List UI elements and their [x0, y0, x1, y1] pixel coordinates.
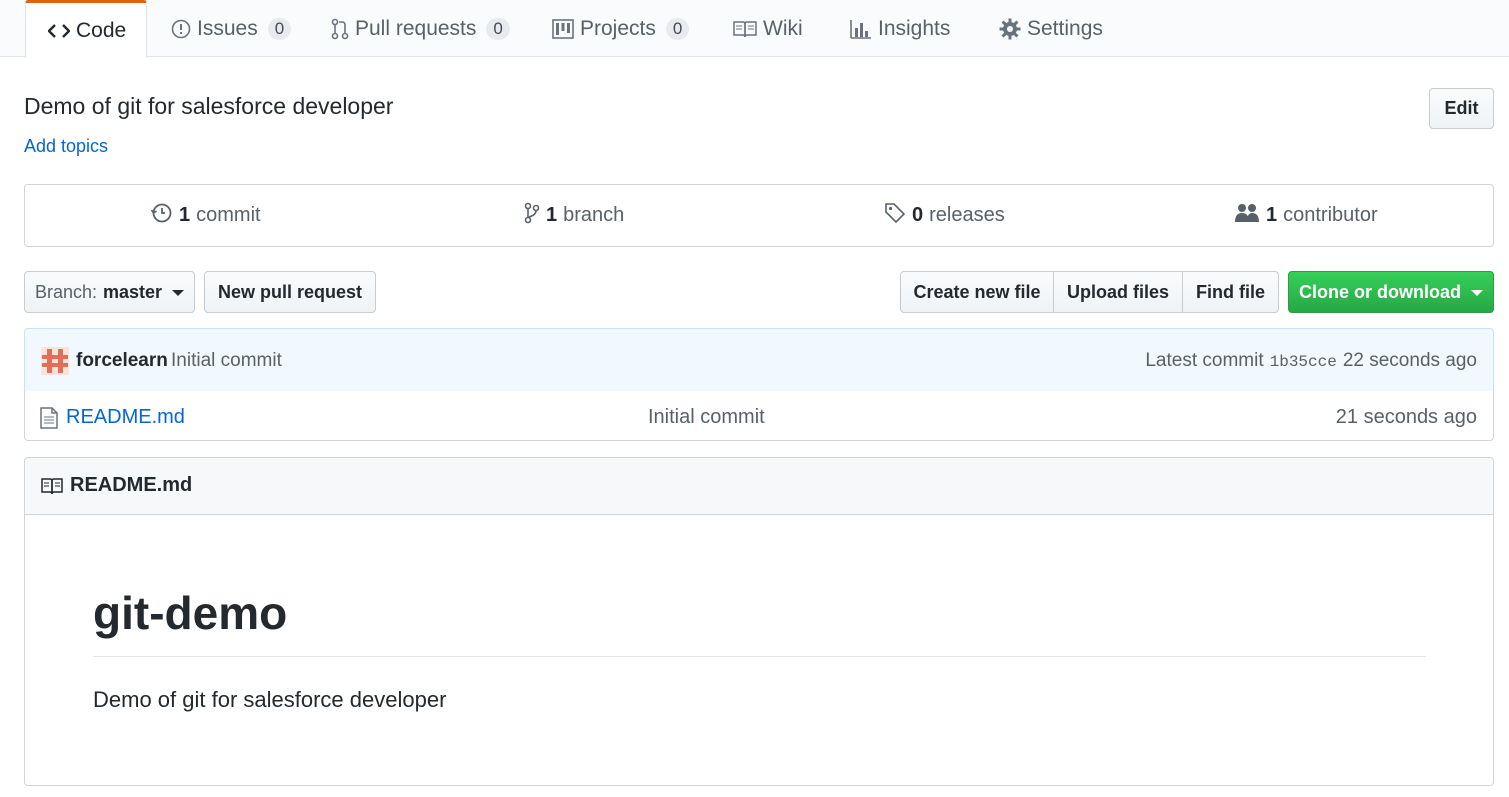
tab-settings-label: Settings — [1027, 16, 1103, 40]
tab-issues-label: Issues — [197, 16, 258, 40]
branches-link[interactable]: 1 branch — [524, 185, 624, 246]
branch-name: master — [103, 281, 163, 302]
graph-icon — [850, 19, 872, 39]
contributors-label: contributor — [1283, 204, 1378, 226]
commit-message-link[interactable]: Initial commit — [171, 350, 282, 372]
repo-nav-tabs: Code Issues 0 Pull requests 0 Projects 0… — [0, 0, 1509, 58]
branches-count: 1 — [546, 204, 558, 226]
readme-heading: git-demo — [93, 587, 288, 639]
file-age: 21 seconds ago — [1335, 406, 1477, 428]
table-row: README.md Initial commit 21 seconds ago — [24, 391, 1494, 441]
tab-pull-requests[interactable]: Pull requests 0 — [331, 0, 510, 57]
book-icon — [733, 20, 757, 38]
readme-paragraph: Demo of git for salesforce developer — [93, 687, 447, 712]
tab-pull-requests-label: Pull requests — [355, 16, 477, 40]
upload-files-button[interactable]: Upload files — [1054, 271, 1183, 313]
tab-settings[interactable]: Settings — [999, 0, 1103, 57]
contributors-link[interactable]: 1 contributor — [1234, 185, 1378, 246]
file-icon — [40, 407, 58, 434]
file-commit-message-link[interactable]: Initial commit — [648, 406, 765, 429]
add-topics-link[interactable]: Add topics — [24, 136, 108, 157]
latest-commit-bar: forcelearn Initial commit Latest commit … — [24, 328, 1494, 392]
readme-header: README.md — [25, 458, 1493, 515]
caret-down-icon — [172, 290, 185, 296]
issues-counter: 0 — [267, 17, 292, 40]
tab-code-label: Code — [76, 18, 127, 42]
commits-count: 1 — [179, 204, 191, 226]
readme-title: README.md — [70, 474, 193, 496]
releases-count: 0 — [912, 204, 924, 226]
find-file-button[interactable]: Find file — [1183, 271, 1279, 313]
avatar[interactable] — [41, 347, 69, 375]
tab-issues[interactable]: Issues 0 — [171, 0, 292, 57]
tab-code[interactable]: Code — [25, 0, 147, 58]
create-new-file-button[interactable]: Create new file — [900, 271, 1054, 313]
git-branch-icon — [524, 202, 540, 230]
people-icon — [1234, 203, 1260, 229]
tab-insights-label: Insights — [878, 16, 951, 40]
tab-projects-label: Projects — [580, 16, 656, 40]
repo-description: Demo of git for salesforce developer — [24, 93, 394, 119]
releases-label: releases — [929, 204, 1005, 226]
project-icon — [552, 18, 574, 39]
releases-link[interactable]: 0 releases — [884, 185, 1005, 246]
branch-prefix: Branch: — [34, 281, 97, 302]
commit-author-link[interactable]: forcelearn — [76, 350, 168, 372]
tab-insights[interactable]: Insights — [850, 0, 950, 57]
branches-label: branch — [563, 204, 625, 226]
file-name-link[interactable]: README.md — [66, 406, 185, 429]
commit-sha-link[interactable]: 1b35cce — [1270, 353, 1337, 371]
latest-commit-info: Latest commit 1b35cce 22 seconds ago — [1145, 350, 1477, 372]
latest-commit-prefix: Latest commit — [1145, 350, 1264, 371]
issue-opened-icon — [171, 19, 191, 39]
commits-link[interactable]: 1 commit — [150, 185, 261, 246]
commit-age: 22 seconds ago — [1342, 350, 1477, 371]
git-pull-request-icon — [331, 18, 349, 40]
divider — [93, 656, 1426, 657]
pull-requests-counter: 0 — [486, 17, 510, 40]
clone-or-download-button[interactable]: Clone or download — [1288, 271, 1494, 313]
branch-select-button[interactable]: Branch: master — [24, 271, 195, 313]
code-icon — [48, 23, 70, 39]
tab-wiki[interactable]: Wiki — [733, 0, 803, 57]
readme-panel: README.md git-demo Demo of git for sales… — [24, 457, 1494, 786]
contributors-count: 1 — [1266, 204, 1278, 226]
tab-wiki-label: Wiki — [763, 16, 803, 40]
gear-icon — [999, 18, 1021, 40]
projects-counter: 0 — [665, 17, 690, 40]
edit-description-button[interactable]: Edit — [1429, 88, 1494, 129]
new-pull-request-button[interactable]: New pull request — [204, 271, 376, 313]
tab-projects[interactable]: Projects 0 — [552, 0, 690, 57]
numbers-summary: 1 commit 1 branch 0 releases 1 contribut… — [24, 184, 1494, 247]
tag-icon — [884, 202, 906, 230]
clone-or-download-label: Clone or download — [1299, 281, 1461, 302]
history-icon — [150, 202, 173, 230]
caret-down-icon — [1471, 290, 1483, 296]
book-icon — [41, 477, 63, 500]
commits-label: commit — [196, 204, 261, 226]
